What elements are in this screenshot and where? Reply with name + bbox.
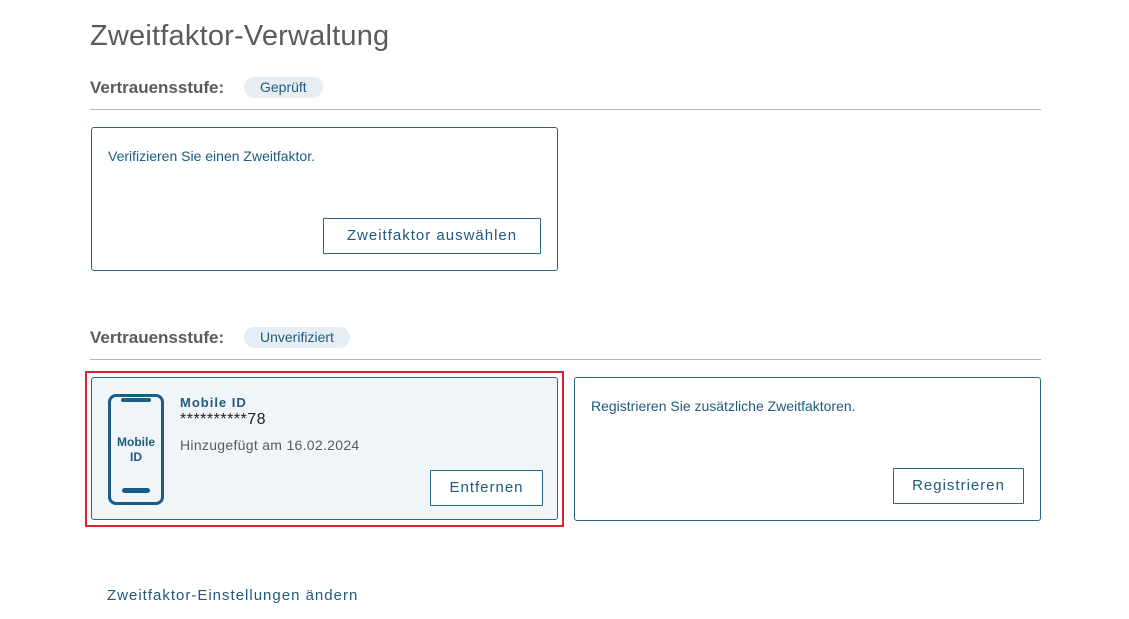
device-title: Mobile ID <box>180 395 247 410</box>
mobile-id-device-card: Mobile ID Mobile ID **********78 Hinzuge… <box>91 377 558 520</box>
trust-level-label: Vertrauensstufe: <box>90 78 225 97</box>
phone-icon-label-line1: Mobile <box>117 435 155 449</box>
phone-icon-label: Mobile ID <box>111 435 161 465</box>
verify-message: Verifizieren Sie einen Zweitfaktor. <box>108 148 315 164</box>
register-button[interactable]: Registrieren <box>893 468 1024 504</box>
register-second-factor-card: Registrieren Sie zusätzliche Zweitfaktor… <box>574 377 1041 521</box>
trust-level-label: Vertrauensstufe: <box>90 328 225 347</box>
trust-level-header-verified: Vertrauensstufe: Geprüft <box>90 77 1041 110</box>
trust-level-header-unverified: Vertrauensstufe: Unverifiziert <box>90 327 1041 360</box>
status-badge: Unverifiziert <box>244 327 350 348</box>
second-factor-settings-link[interactable]: Zweitfaktor-Einstellungen ändern <box>107 587 358 604</box>
device-added-date: Hinzugefügt am 16.02.2024 <box>180 437 360 453</box>
phone-icon-label-line2: ID <box>130 450 142 464</box>
mobile-phone-icon: Mobile ID <box>108 394 164 505</box>
page-title: Zweitfaktor-Verwaltung <box>90 20 390 52</box>
device-number: **********78 <box>180 411 267 428</box>
phone-notch <box>121 398 151 402</box>
remove-device-button[interactable]: Entfernen <box>430 470 543 506</box>
select-second-factor-button[interactable]: Zweitfaktor auswählen <box>323 218 541 254</box>
status-badge: Geprüft <box>244 77 323 98</box>
register-message: Registrieren Sie zusätzliche Zweitfaktor… <box>591 398 856 414</box>
phone-home-bar <box>122 488 150 493</box>
verify-second-factor-card: Verifizieren Sie einen Zweitfaktor. Zwei… <box>91 127 558 271</box>
